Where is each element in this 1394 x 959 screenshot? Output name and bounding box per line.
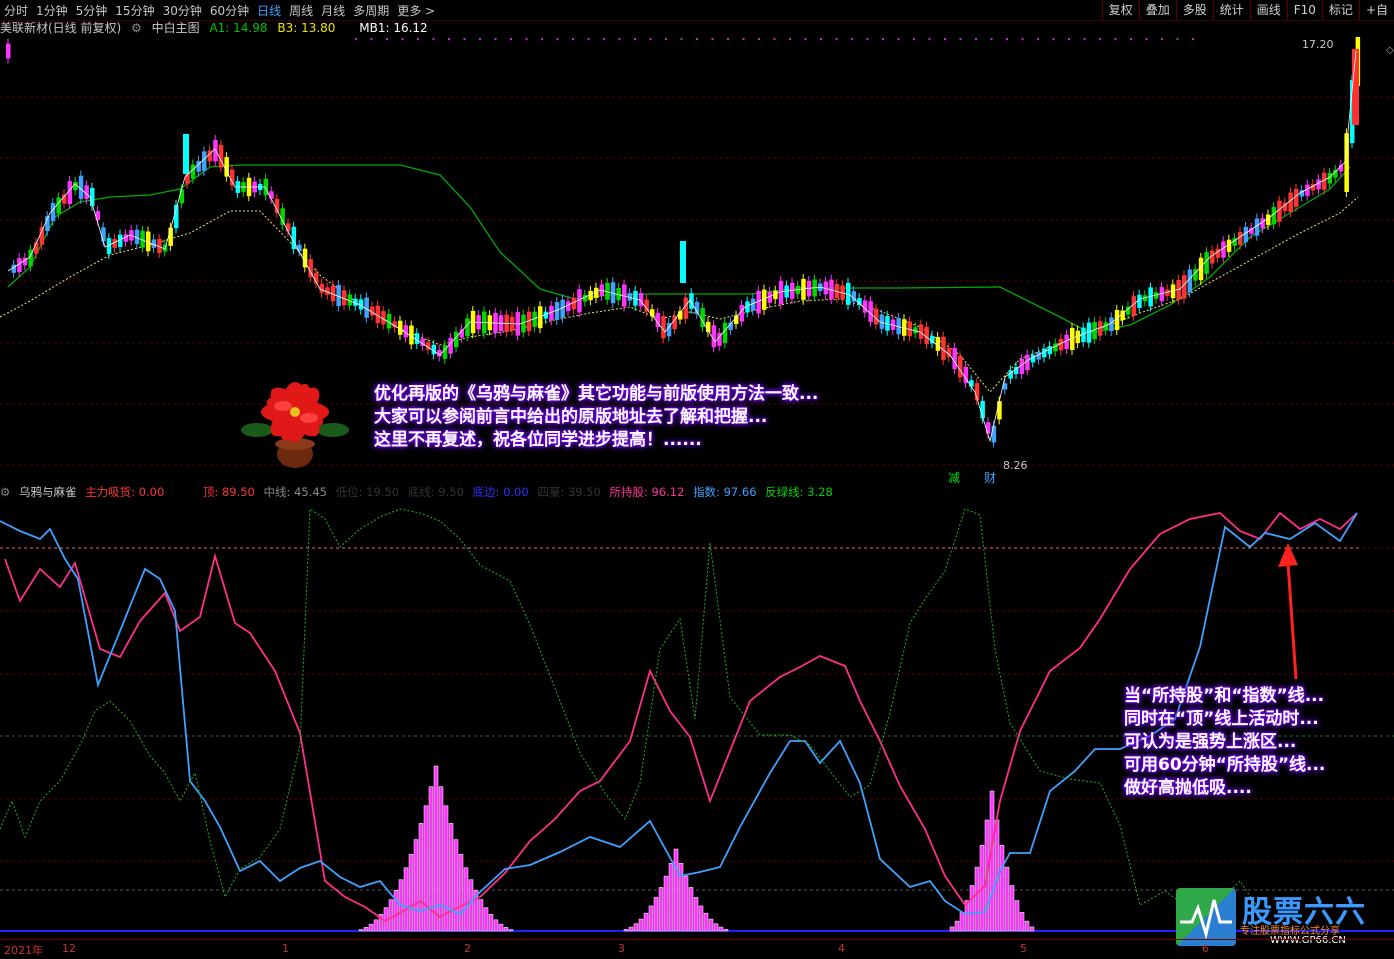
settings-icon[interactable]: ⚙ xyxy=(0,485,10,499)
suochigu-value: 所持股: 96.12 xyxy=(609,485,685,499)
period-more[interactable]: 更多 > xyxy=(393,2,439,19)
f10-button[interactable]: F10 xyxy=(1286,0,1322,20)
a1-value: A1: 14.98 xyxy=(209,21,268,35)
period-60min[interactable]: 60分钟 xyxy=(206,2,253,19)
period-5min[interactable]: 5分钟 xyxy=(72,2,112,19)
stats-button[interactable]: 统计 xyxy=(1212,0,1250,20)
period-15min[interactable]: 15分钟 xyxy=(111,2,158,19)
restore-rights-button[interactable]: 复权 xyxy=(1101,0,1139,20)
period-weekly[interactable]: 周线 xyxy=(285,2,317,19)
date-label: 2021年 xyxy=(4,944,43,957)
sub-indicator-name[interactable]: 乌鸦与麻雀 xyxy=(19,485,77,499)
sub-note-line: 同时在“顶”线上活动时... xyxy=(1124,709,1319,729)
low-price-label: 8.26 xyxy=(1003,459,1028,472)
zhongxian-value: 中线: 45.45 xyxy=(263,485,327,499)
period-daily[interactable]: 日线 xyxy=(253,2,285,19)
main-indicator-name[interactable]: 中白主图 xyxy=(152,21,200,35)
sihao-value: 四豪: 39.50 xyxy=(537,485,601,499)
date-label: 12 xyxy=(62,942,76,955)
main-note-line: 优化再版的《乌鸦与麻雀》其它功能与前版使用方法一致... xyxy=(374,384,819,404)
mb1-value: MB1: 16.12 xyxy=(359,21,428,35)
main-chart-note: 优化再版的《乌鸦与麻雀》其它功能与前版使用方法一致... 大家可以参阅前言中给出… xyxy=(374,383,818,452)
sub-chart-infobar: ⚙ 乌鸦与麻雀 主力吸货: 0.00 顶: 89.50 中线: 45.45 低位… xyxy=(0,484,1394,501)
sub-note-line: 当“所持股”和“指数”线... xyxy=(1124,686,1325,706)
period-30min[interactable]: 30分钟 xyxy=(159,2,206,19)
fanlv-value: 反绿线: 3.28 xyxy=(765,485,833,499)
sub-note-line: 做好高抛低吸.... xyxy=(1124,778,1252,798)
b3-value: B3: 13.80 xyxy=(277,21,336,35)
period-monthly[interactable]: 月线 xyxy=(317,2,349,19)
overlay-button[interactable]: 叠加 xyxy=(1138,0,1176,20)
date-label: 2 xyxy=(464,942,471,955)
dibian-value: 底边: 0.00 xyxy=(472,485,529,499)
date-label: 3 xyxy=(618,942,625,955)
zhishu-value: 指数: 97.66 xyxy=(693,485,757,499)
date-axis: 2021年 12 1 2 3 4 5 6 xyxy=(0,939,1394,959)
dixian-value: 底线: 9.50 xyxy=(407,485,464,499)
settings-icon[interactable]: ⚙ xyxy=(131,21,142,35)
logo-icon xyxy=(1176,888,1236,946)
stock-name[interactable]: 美联新材(日线 前复权) xyxy=(0,21,121,35)
main-note-line: 这里不再复述，祝各位同学进步提高！...... xyxy=(374,430,702,450)
sub-note-line: 可用60分钟“所持股”线... xyxy=(1124,755,1326,775)
date-label: 4 xyxy=(838,942,845,955)
date-label: 6 xyxy=(1202,942,1209,955)
period-1min[interactable]: 1分钟 xyxy=(32,2,72,19)
svg-text:◇: ◇ xyxy=(1386,45,1394,56)
date-label: 5 xyxy=(1020,942,1027,955)
main-note-line: 大家可以参阅前言中给出的原版地址去了解和把握... xyxy=(374,407,768,427)
multi-stock-button[interactable]: 多股 xyxy=(1175,0,1213,20)
mark-button[interactable]: 标记 xyxy=(1321,0,1359,20)
add-custom-button[interactable]: +自 xyxy=(1358,0,1394,20)
sub-note-line: 可认为是强势上涨区... xyxy=(1124,732,1297,752)
period-multi[interactable]: 多周期 xyxy=(349,2,393,19)
period-toolbar: 分时 1分钟 5分钟 15分钟 30分钟 60分钟 日线 周线 月线 多周期 更… xyxy=(0,0,1394,21)
main-chart-infobar: 美联新材(日线 前复权) ⚙ 中白主图 A1: 14.98 B3: 13.80 … xyxy=(0,20,1394,37)
poinsettia-image xyxy=(241,382,349,468)
date-label: 1 xyxy=(282,942,289,955)
sub-chart-note: 当“所持股”和“指数”线... 同时在“顶”线上活动时... 可认为是强势上涨区… xyxy=(1124,685,1325,800)
zhuli-value: 主力吸货: 0.00 xyxy=(85,485,165,499)
ding-value: 顶: 89.50 xyxy=(202,485,255,499)
period-fenshi[interactable]: 分时 xyxy=(0,2,32,19)
high-price-label: 17.20 xyxy=(1302,38,1334,51)
draw-line-button[interactable]: 画线 xyxy=(1249,0,1287,20)
diwei-value: 低位: 19.50 xyxy=(335,485,400,499)
